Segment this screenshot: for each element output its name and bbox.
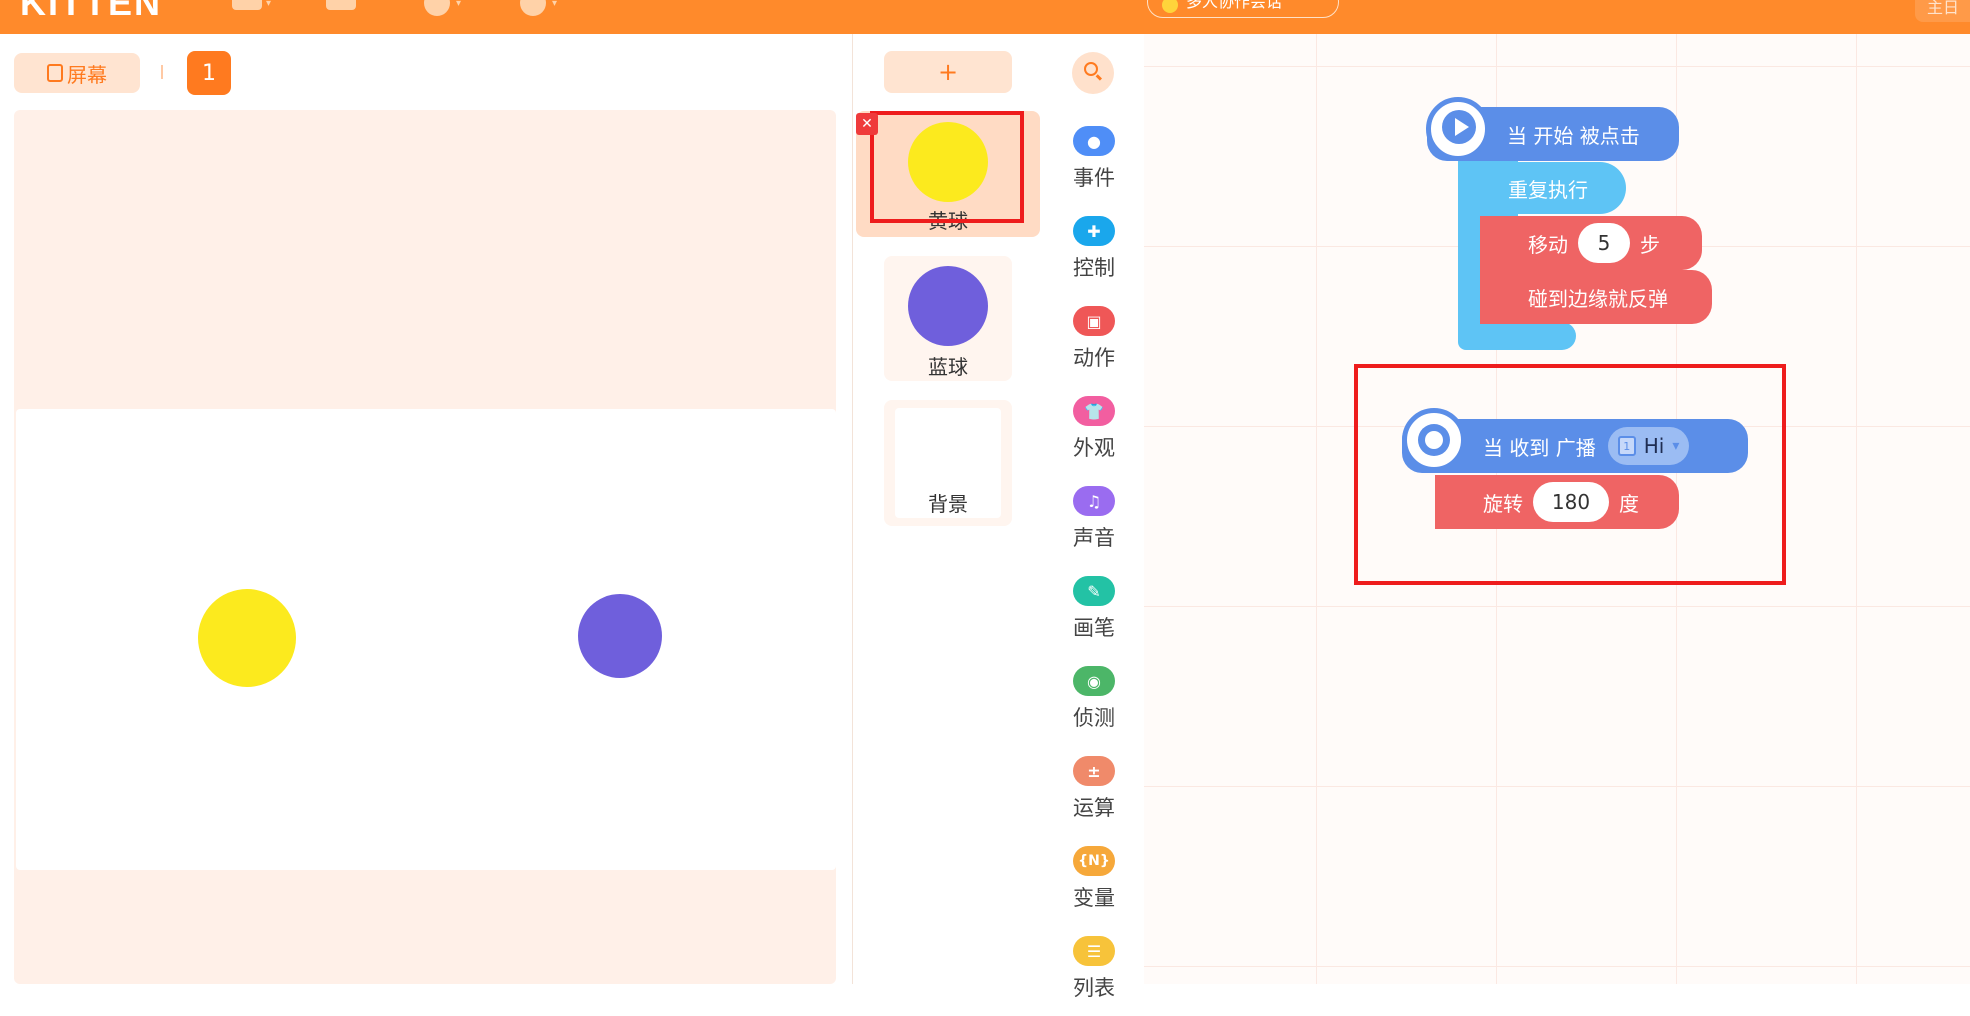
category-label: 变量 xyxy=(1073,886,1115,910)
category-motion[interactable]: ▣ 动作 xyxy=(1054,306,1134,386)
category-label: 事件 xyxy=(1073,166,1115,190)
sound-icon: ♫ xyxy=(1073,486,1115,516)
category-label: 动作 xyxy=(1073,346,1115,370)
message-icon: 1 xyxy=(1617,436,1636,456)
yellow-ball-sprite[interactable] xyxy=(198,589,296,687)
selection-highlight xyxy=(870,111,1024,223)
play-icon xyxy=(1426,97,1490,161)
category-event[interactable]: ● 事件 xyxy=(1054,126,1134,206)
block-label: 当 收到 广播 xyxy=(1483,435,1596,460)
search-icon xyxy=(1084,62,1098,76)
category-operator[interactable]: ± 运算 xyxy=(1054,756,1134,836)
sprite-thumbnail xyxy=(908,266,988,346)
help-icon[interactable] xyxy=(424,0,450,16)
block-label: 移动 xyxy=(1528,232,1568,257)
chevron-down-icon: ▾ xyxy=(456,0,462,9)
category-label: 列表 xyxy=(1073,976,1115,1000)
category-label: 运算 xyxy=(1073,796,1115,820)
block-label: 当 开始 被点击 xyxy=(1507,123,1640,148)
chevron-down-icon: ▾ xyxy=(552,0,558,9)
control-icon: ✚ xyxy=(1073,216,1115,246)
category-label: 侦测 xyxy=(1073,706,1115,730)
user-label: 主日 xyxy=(1927,0,1960,17)
turn-degrees-block[interactable]: 旋转 180 度 xyxy=(1435,475,1679,529)
category-label: 外观 xyxy=(1073,436,1115,460)
category-label: 控制 xyxy=(1073,256,1115,280)
file-menu-icon[interactable] xyxy=(232,0,262,10)
degrees-input[interactable]: 180 xyxy=(1533,482,1609,522)
blue-ball-sprite[interactable] xyxy=(578,594,662,678)
block-label: 度 xyxy=(1619,491,1639,516)
search-button[interactable] xyxy=(1072,52,1114,94)
pen-icon: ✎ xyxy=(1073,576,1115,606)
user-button[interactable]: 主日 xyxy=(1915,0,1970,22)
operator-icon: ± xyxy=(1073,756,1115,786)
block-label: 碰到边缘就反弹 xyxy=(1528,286,1668,311)
collab-label: 多人协作会话 xyxy=(1186,0,1283,11)
looks-icon: 👕 xyxy=(1073,396,1115,426)
stage-canvas[interactable] xyxy=(16,409,836,870)
category-label: 声音 xyxy=(1073,526,1115,550)
divider xyxy=(161,65,163,79)
screen-icon xyxy=(47,64,63,82)
sprite-name: 背景 xyxy=(928,492,968,516)
category-list[interactable]: ☰ 列表 xyxy=(1054,936,1134,1016)
block-label: 重复执行 xyxy=(1508,177,1588,202)
chevron-down-icon: ▾ xyxy=(266,0,272,9)
sprite-card-blue[interactable]: 蓝球 xyxy=(884,256,1012,381)
category-control[interactable]: ✚ 控制 xyxy=(1054,216,1134,296)
edit-menu-icon[interactable] xyxy=(326,0,356,10)
sensing-icon: ◉ xyxy=(1073,666,1115,696)
motion-icon: ▣ xyxy=(1073,306,1115,336)
list-icon: ☰ xyxy=(1073,936,1115,966)
top-bar: KITTEN ▾ ▾ ▾ 多人协作会话 主日 xyxy=(0,0,1970,34)
broadcast-icon xyxy=(1402,408,1466,472)
bounce-on-edge-block[interactable]: 碰到边缘就反弹 xyxy=(1480,270,1712,324)
block-label: 旋转 xyxy=(1483,491,1523,516)
collab-icon xyxy=(1162,0,1178,13)
page-number-button[interactable]: 1 xyxy=(187,51,231,95)
category-sound[interactable]: ♫ 声音 xyxy=(1054,486,1134,566)
category-looks[interactable]: 👕 外观 xyxy=(1054,396,1134,476)
variable-icon: {N} xyxy=(1073,846,1115,876)
repeat-block-footer[interactable] xyxy=(1458,322,1576,350)
sprite-card-background[interactable]: 背景 xyxy=(884,400,1012,526)
category-label: 画笔 xyxy=(1073,616,1115,640)
category-variable[interactable]: {N} 变量 xyxy=(1054,846,1134,926)
app-logo: KITTEN xyxy=(20,0,162,23)
move-steps-block[interactable]: 移动 5 步 xyxy=(1480,216,1702,270)
category-sensing[interactable]: ◉ 侦测 xyxy=(1054,666,1134,746)
block-label: 步 xyxy=(1640,232,1660,257)
sprite-name: 蓝球 xyxy=(928,355,968,379)
broadcast-dropdown[interactable]: 1 Hi ▾ xyxy=(1607,427,1690,465)
screen-label: 屏幕 xyxy=(67,62,107,87)
collab-button[interactable]: 多人协作会话 xyxy=(1147,0,1339,18)
gear-icon[interactable] xyxy=(520,0,546,16)
screen-button[interactable]: 屏幕 xyxy=(14,53,140,93)
broadcast-value: Hi xyxy=(1643,434,1665,458)
event-icon: ● xyxy=(1073,126,1115,156)
repeat-forever-block[interactable]: 重复执行 xyxy=(1458,162,1626,214)
delete-sprite-icon[interactable]: ✕ xyxy=(856,113,878,135)
add-sprite-button[interactable]: + xyxy=(884,51,1012,93)
chevron-down-icon: ▾ xyxy=(1672,438,1680,454)
category-pen[interactable]: ✎ 画笔 xyxy=(1054,576,1134,656)
steps-input[interactable]: 5 xyxy=(1578,223,1630,263)
